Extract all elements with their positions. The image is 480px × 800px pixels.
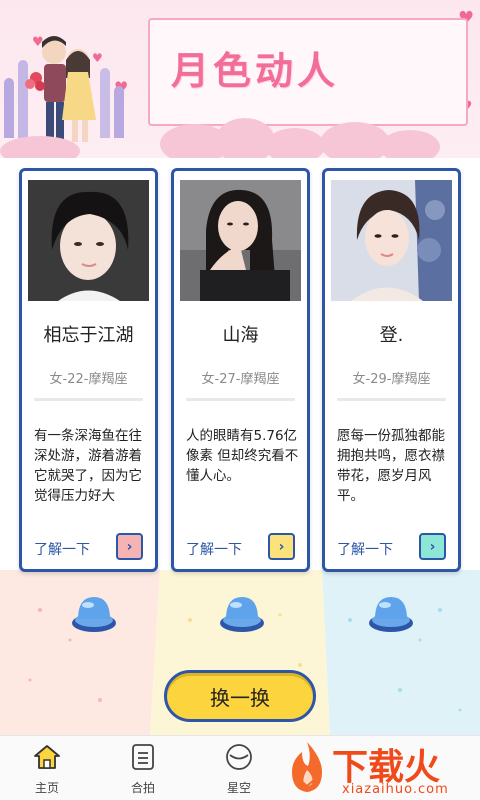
dome-button[interactable] (218, 593, 266, 633)
card-bio: 人的眼睛有5.76亿像素 但却终究看不懂人心。 (186, 428, 299, 484)
tab-photo[interactable]: 合拍 (108, 736, 178, 800)
tab-label: 星空 (226, 781, 251, 795)
swap-button[interactable]: 换一换 (164, 670, 316, 722)
card-name: 山海 (222, 325, 259, 346)
document-icon (132, 744, 154, 770)
card-meta: 女-29-摩羯座 (352, 372, 431, 387)
leaf-decoration (4, 78, 14, 138)
tab-starry[interactable]: 星空 (204, 736, 274, 800)
chevron-right-icon[interactable]: › (116, 533, 143, 560)
couple-illustration (25, 36, 96, 142)
tab-home[interactable]: 主页 (12, 736, 82, 800)
card-meta: 女-22-摩羯座 (49, 372, 128, 387)
profile-card[interactable]: 相忘于江湖 女-22-摩羯座 有一条深海鱼在往深处游，游着游着它就哭了，因为它觉… (19, 168, 158, 572)
dome-button[interactable] (367, 593, 415, 633)
cloud-decoration (265, 128, 325, 158)
cloud-decoration (0, 136, 80, 158)
flame-logo-icon (292, 742, 322, 792)
planet-icon (226, 744, 252, 770)
profile-card[interactable]: 登. 女-29-摩羯座 愿每一份孤独都能拥抱共鸣，愿衣襟带花，愿岁月风平。 了解… (322, 168, 461, 572)
watermark-domain: xiazaihuo.com (342, 782, 449, 797)
card-meta: 女-27-摩羯座 (201, 372, 280, 387)
learn-more-link[interactable]: 了解一下 (186, 539, 242, 559)
profile-card[interactable]: 山海 女-27-摩羯座 人的眼睛有5.76亿像素 但却终究看不懂人心。 了解一下… (171, 168, 310, 572)
profile-cards: 相忘于江湖 女-22-摩羯座 有一条深海鱼在往深处游，游着游着它就哭了，因为它觉… (0, 160, 480, 580)
tab-label: 主页 (34, 781, 59, 795)
divider (337, 398, 446, 401)
card-bio: 有一条深海鱼在往深处游，游着游着它就哭了，因为它觉得压力好大 (34, 428, 142, 504)
watermark: 下载火 xiazaihuo.com (280, 738, 478, 798)
chevron-right-icon[interactable]: › (268, 533, 295, 560)
card-name: 登. (379, 325, 404, 346)
card-name: 相忘于江湖 (43, 325, 134, 346)
banner-title: 月色动人 (170, 49, 339, 93)
cloud-decoration (320, 122, 390, 158)
divider (34, 398, 143, 401)
profile-photo (180, 180, 301, 301)
learn-more-link[interactable]: 了解一下 (337, 539, 393, 559)
profile-photo (331, 180, 452, 301)
banner: ♥ ♥ ♥ ♥ ♥ ♥ ♥ ♥ ♥ ♥ ♥ ♥ 月色动人 (0, 0, 480, 158)
dome-button[interactable] (70, 593, 118, 633)
chevron-right-icon[interactable]: › (419, 533, 446, 560)
home-icon (34, 745, 60, 769)
tab-label: 合拍 (130, 781, 155, 795)
card-bio: 愿每一份孤独都能拥抱共鸣，愿衣襟带花，愿岁月风平。 (337, 428, 445, 504)
profile-photo (28, 180, 149, 301)
learn-more-link[interactable]: 了解一下 (34, 539, 90, 559)
cloud-decoration (380, 130, 440, 158)
divider (186, 398, 295, 401)
